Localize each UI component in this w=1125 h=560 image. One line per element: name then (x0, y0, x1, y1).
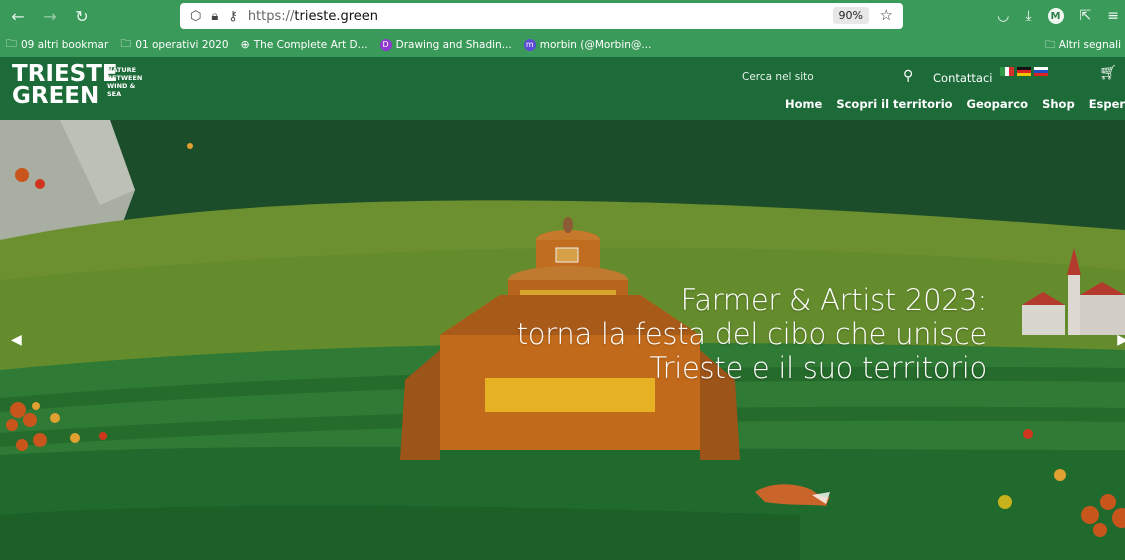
lock-icon[interactable]: 🔒︎ (211, 9, 218, 24)
nav-home[interactable]: Home (785, 97, 822, 111)
bookmark-folder-operativi[interactable]: 🗀︎ 01 operativi 2020 (120, 35, 228, 54)
folder-icon: 🗀︎ (6, 37, 17, 50)
hero-title[interactable]: Farmer & Artist 2023: torna la festa del… (517, 283, 988, 385)
globe-icon: ⊕ (240, 38, 250, 51)
pocket-icon[interactable]: ◡ (997, 8, 1009, 24)
search-input[interactable] (735, 67, 885, 87)
reload-icon[interactable]: ↻ (70, 7, 94, 26)
site-logo[interactable]: TRIESTE GREEN (12, 63, 118, 108)
nav-shop[interactable]: Shop (1042, 97, 1075, 111)
permissions-icon[interactable]: ⚷ (228, 9, 238, 24)
language-switcher (1000, 67, 1048, 76)
logo-tagline: NATURE BETWEEN WIND & SEA (107, 66, 143, 98)
share-icon[interactable]: ⇱ (1080, 8, 1092, 24)
bookmarks-bar: 🗀︎ 09 altri bookmar 🗀︎ 01 operativi 2020… (0, 32, 1125, 57)
url-text[interactable]: https://trieste.green (248, 9, 378, 24)
main-navigation: Home Scopri il territorio Geoparco Shop … (785, 97, 1125, 111)
zoom-level-badge[interactable]: 90% (832, 7, 869, 24)
slider-next-arrow-icon[interactable]: ▶ (1117, 332, 1125, 348)
download-icon[interactable]: ⤓ (1025, 8, 1031, 24)
nav-scopri-territorio[interactable]: Scopri il territorio (836, 97, 952, 111)
search-icon[interactable]: ⚲ (903, 68, 913, 84)
folder-icon: 🗀︎ (120, 37, 132, 50)
toolbar-right: ◡ ⤓ M ⇱ ≡ (997, 0, 1125, 32)
forward-arrow-icon[interactable]: → (38, 7, 62, 26)
flag-germany-icon[interactable] (1017, 67, 1031, 76)
bookmark-drawing-shading[interactable]: D Drawing and Shadin... (379, 38, 512, 51)
nav-esperienze[interactable]: Esperien (1089, 97, 1125, 111)
profile-avatar[interactable]: M (1047, 8, 1064, 24)
hero-slider[interactable]: Farmer & Artist 2023: torna la festa del… (0, 120, 1125, 560)
cart-icon[interactable]: 🛒︎ (1099, 65, 1117, 81)
bookmark-star-icon[interactable]: ☆ (880, 6, 893, 24)
back-arrow-icon[interactable]: ← (6, 7, 30, 26)
bookmark-folder-other[interactable]: 🗀︎ Altri segnali (1045, 37, 1121, 55)
browser-toolbar: ← → ↻ ⬡ 🔒︎ ⚷ https://trieste.green 90% ☆… (0, 0, 1125, 32)
site-search: ⚲ (735, 67, 920, 89)
flag-italy-icon[interactable] (1000, 67, 1015, 76)
bookmark-morbin[interactable]: m morbin (@Morbin@... (523, 38, 651, 51)
drawing-badge-icon: D (379, 38, 392, 51)
menu-icon[interactable]: ≡ (1107, 8, 1119, 24)
bookmark-complete-art[interactable]: ⊕ The Complete Art D... (241, 38, 368, 51)
mastodon-icon: m (523, 38, 536, 51)
slider-prev-arrow-icon[interactable]: ◀ (11, 332, 22, 348)
address-bar[interactable]: ⬡ 🔒︎ ⚷ https://trieste.green 90% ☆ (180, 3, 903, 29)
folder-icon: 🗀︎ (1044, 39, 1059, 51)
site-header: TRIESTE GREEN NATURE BETWEEN WIND & SEA … (0, 57, 1125, 120)
shield-icon[interactable]: ⬡ (190, 9, 201, 24)
flag-slovenia-icon[interactable] (1034, 67, 1048, 76)
contact-link[interactable]: Contattaci (933, 71, 993, 85)
nav-geoparco[interactable]: Geoparco (967, 97, 1029, 111)
bookmark-folder-altri[interactable]: 🗀︎ 09 altri bookmar (6, 35, 108, 54)
